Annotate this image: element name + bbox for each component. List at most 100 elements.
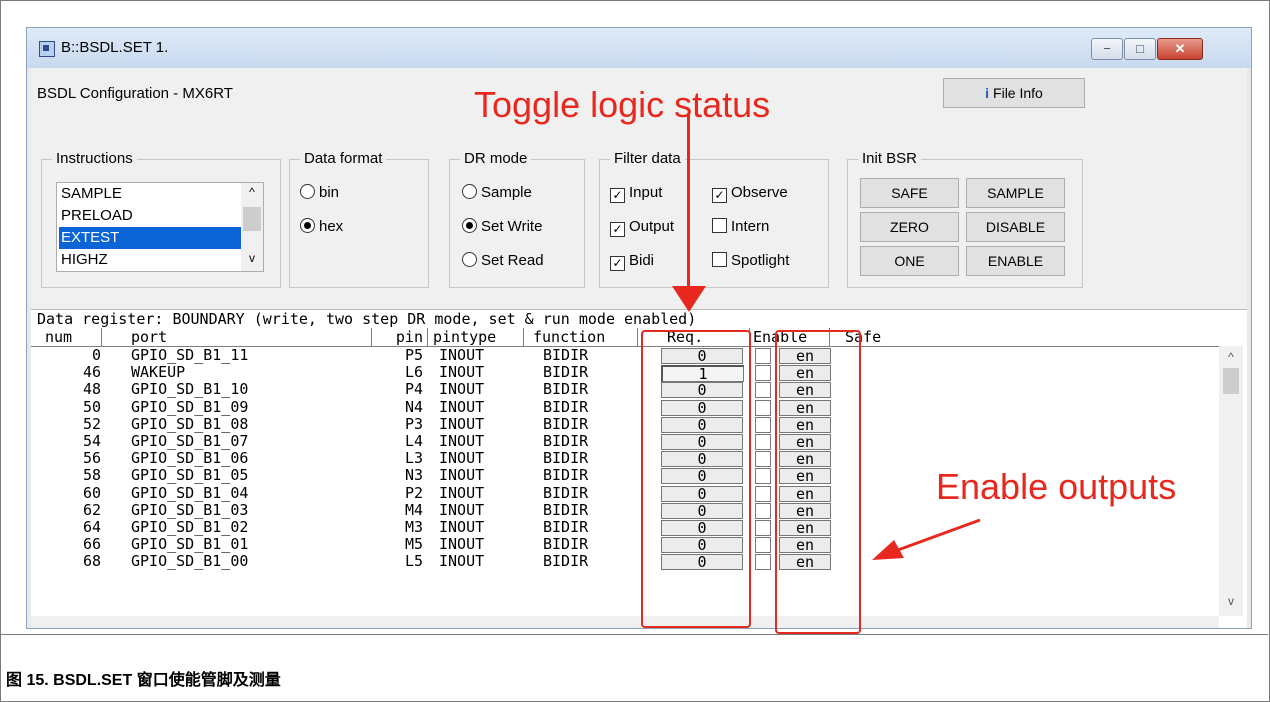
check-spotlight[interactable]: Spotlight [712, 252, 789, 269]
check-input-label: Input [629, 184, 663, 201]
cell-pin: M4 [404, 500, 423, 519]
checkbox-checked-icon: ✓ [712, 188, 727, 203]
radio-set-write-icon [462, 218, 477, 233]
cell-function: BIDIR [543, 449, 589, 468]
cell-port: GPIO_SD_B1_00 [131, 552, 249, 571]
cell-function: BIDIR [543, 500, 589, 519]
enable-checkbox[interactable] [755, 451, 771, 468]
data-format-group: Data format bin hex [289, 150, 429, 288]
col-function[interactable]: function [533, 328, 638, 346]
radio-sample[interactable]: Sample [462, 184, 532, 201]
list-item-highz[interactable]: HIGHZ [59, 249, 241, 271]
list-item-extest[interactable]: EXTEST [59, 227, 241, 249]
check-observe[interactable]: ✓ Observe [712, 184, 788, 203]
window-content: BSDL Configuration - MX6RT i File Info In… [31, 68, 1247, 628]
cell-function: BIDIR [543, 363, 589, 382]
cell-pin: N3 [404, 466, 423, 485]
cell-num: 64 [82, 518, 101, 536]
check-intern-label: Intern [731, 218, 770, 235]
filter-data-label: Filter data [610, 150, 685, 167]
sample-button[interactable]: SAMPLE [966, 178, 1065, 208]
enable-checkbox[interactable] [755, 399, 771, 416]
annotation-enable-outputs: Enable outputs [936, 466, 1177, 507]
enable-checkbox[interactable] [755, 416, 771, 433]
disable-button[interactable]: DISABLE [966, 212, 1065, 242]
check-bidi[interactable]: ✓ Bidi [610, 252, 654, 271]
col-port[interactable]: port [131, 328, 372, 346]
cell-function: BIDIR [543, 518, 589, 536]
one-button[interactable]: ONE [860, 246, 959, 276]
enable-checkbox[interactable] [755, 468, 771, 485]
enable-checkbox[interactable] [755, 485, 771, 502]
col-pin[interactable]: pin [377, 328, 428, 346]
enable-checkbox[interactable] [755, 554, 771, 571]
list-item-preload[interactable]: PRELOAD [59, 205, 241, 227]
cell-port: GPIO_SD_B1_07 [131, 432, 249, 450]
dr-mode-group: DR mode Sample Set Write Set Read [449, 150, 585, 288]
safe-button[interactable]: SAFE [860, 178, 959, 208]
cell-port: GPIO_SD_B1_06 [131, 449, 249, 468]
enable-checkbox[interactable] [755, 502, 771, 519]
enable-checkbox[interactable] [755, 520, 771, 536]
col-num[interactable]: num [45, 328, 102, 346]
cell-pin: P2 [404, 483, 423, 502]
radio-set-read[interactable]: Set Read [462, 252, 544, 269]
check-output[interactable]: ✓ Output [610, 218, 674, 237]
enable-button[interactable]: ENABLE [966, 246, 1065, 276]
maximize-button[interactable]: □ [1124, 38, 1156, 60]
cell-function: BIDIR [543, 483, 589, 502]
init-bsr-group: Init BSR SAFE SAMPLE ZERO DISABLE ONE EN… [847, 150, 1083, 288]
cell-pintype: INOUT [439, 380, 485, 399]
list-scroll-thumb[interactable] [243, 207, 261, 231]
check-spotlight-label: Spotlight [731, 252, 790, 269]
cell-num: 58 [82, 466, 101, 485]
data-vscrollbar[interactable]: ^ v [1219, 346, 1243, 616]
enable-checkbox[interactable] [755, 348, 771, 364]
chevron-down-icon[interactable]: v [241, 251, 263, 265]
enable-checkbox[interactable] [755, 434, 771, 450]
cell-port: GPIO_SD_B1_11 [131, 346, 249, 364]
close-button[interactable]: ✕ [1157, 38, 1203, 60]
instructions-list[interactable]: SAMPLE PRELOAD EXTEST HIGHZ ^ v [56, 182, 264, 272]
enable-checkbox[interactable] [755, 365, 771, 382]
cell-function: BIDIR [543, 380, 589, 399]
radio-set-write[interactable]: Set Write [462, 218, 542, 235]
cell-pintype: INOUT [439, 552, 485, 571]
cell-pintype: INOUT [439, 363, 485, 382]
toggle-arrow-shaft [687, 114, 690, 294]
file-info-button[interactable]: i File Info [943, 78, 1085, 108]
cell-pintype: INOUT [439, 432, 485, 450]
list-item-sample[interactable]: SAMPLE [59, 183, 241, 205]
cell-pintype: INOUT [439, 500, 485, 519]
title-bar: B::BSDL.SET 1. − □ ✕ [27, 28, 1251, 68]
cell-num: 66 [82, 535, 101, 554]
app-icon [39, 41, 55, 57]
figure-caption: 图 15. BSDL.SET 窗口使能管脚及测量 [6, 672, 281, 689]
data-hscrollbar[interactable] [31, 616, 1219, 628]
cell-pin: M3 [404, 518, 423, 536]
cell-function: BIDIR [543, 552, 589, 571]
chevron-up-icon[interactable]: ^ [1219, 350, 1243, 364]
chevron-up-icon[interactable]: ^ [241, 185, 263, 199]
enable-checkbox[interactable] [755, 382, 771, 399]
check-input[interactable]: ✓ Input [610, 184, 662, 203]
radio-bin[interactable]: bin [300, 184, 339, 201]
cell-pin: P4 [404, 380, 423, 399]
radio-set-read-icon [462, 252, 477, 267]
minimize-button[interactable]: − [1091, 38, 1123, 60]
cell-pin: P5 [404, 346, 423, 364]
cell-port: GPIO_SD_B1_09 [131, 397, 249, 416]
check-intern[interactable]: Intern [712, 218, 769, 235]
enable-arrow [872, 518, 981, 560]
cell-num: 54 [82, 432, 101, 450]
enable-checkbox[interactable] [755, 537, 771, 554]
list-scrollbar[interactable]: ^ v [241, 183, 263, 271]
data-scroll-thumb[interactable] [1223, 368, 1239, 394]
zero-button[interactable]: ZERO [860, 212, 959, 242]
radio-sample-icon [462, 184, 477, 199]
chevron-down-icon[interactable]: v [1219, 594, 1243, 608]
radio-hex[interactable]: hex [300, 218, 343, 235]
annotation-toggle-logic: Toggle logic status [474, 84, 771, 125]
col-pintype[interactable]: pintype [433, 328, 524, 346]
data-register-header: Data register: BOUNDARY (write, two step… [37, 310, 697, 328]
